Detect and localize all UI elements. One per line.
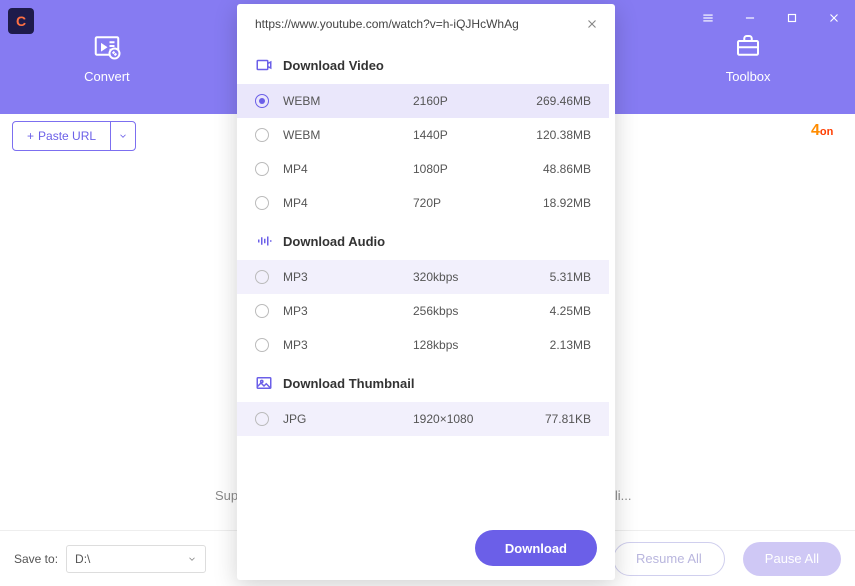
save-to-select[interactable]: D:\ [66, 545, 206, 573]
audio-option-row[interactable]: MP3 320kbps 5.31MB [237, 260, 609, 294]
close-window-button[interactable] [813, 0, 855, 36]
url-display: https://www.youtube.com/watch?v=h-iQJHcW… [255, 17, 575, 31]
tab-toolbox-label: Toolbox [726, 69, 771, 84]
audio-icon [255, 232, 273, 250]
radio-icon [255, 94, 269, 108]
audio-option-row[interactable]: MP3 128kbps 2.13MB [237, 328, 609, 362]
thumbnail-section-header: Download Thumbnail [237, 362, 609, 402]
save-to-label: Save to: [14, 552, 58, 566]
close-icon [585, 17, 599, 31]
radio-icon [255, 338, 269, 352]
chevron-down-icon [118, 131, 128, 141]
radio-icon [255, 304, 269, 318]
brand-badge: 4on [811, 122, 837, 148]
save-path-value: D:\ [75, 552, 90, 566]
video-section-title: Download Video [283, 58, 384, 73]
image-icon [255, 374, 273, 392]
hint-text-left: Sup [215, 488, 238, 503]
pause-all-button[interactable]: Pause All [743, 542, 841, 576]
resume-all-button[interactable]: Resume All [613, 542, 725, 576]
audio-option-row[interactable]: MP3 256kbps 4.25MB [237, 294, 609, 328]
paste-url-dropdown[interactable] [111, 122, 135, 150]
video-option-row[interactable]: WEBM 1440P 120.38MB [237, 118, 609, 152]
modal-close-button[interactable] [583, 15, 601, 33]
radio-icon [255, 162, 269, 176]
thumbnail-section-title: Download Thumbnail [283, 376, 414, 391]
video-icon [255, 56, 273, 74]
thumbnail-option-row[interactable]: JPG 1920×1080 77.81KB [237, 402, 609, 436]
minimize-button[interactable] [729, 0, 771, 36]
plus-icon: + [27, 129, 34, 143]
video-option-row[interactable]: MP4 720P 18.92MB [237, 186, 609, 220]
video-option-row[interactable]: MP4 1080P 48.86MB [237, 152, 609, 186]
paste-url-combo: + Paste URL [12, 121, 136, 151]
video-option-row[interactable]: WEBM 2160P 269.46MB [237, 84, 609, 118]
options-scroll-area[interactable]: Download Video WEBM 2160P 269.46MB WEBM … [237, 44, 615, 516]
chevron-down-icon [187, 554, 197, 564]
radio-icon [255, 270, 269, 284]
tab-convert-label: Convert [84, 69, 130, 84]
paste-url-label: Paste URL [38, 129, 96, 143]
app-logo: C [8, 8, 34, 34]
modal-header: https://www.youtube.com/watch?v=h-iQJHcW… [237, 4, 615, 44]
window-controls [687, 0, 855, 36]
convert-icon [92, 31, 122, 61]
paste-url-button[interactable]: + Paste URL [13, 122, 111, 150]
download-button[interactable]: Download [475, 530, 597, 566]
modal-footer: Download [237, 516, 615, 580]
audio-section-title: Download Audio [283, 234, 385, 249]
download-options-modal: https://www.youtube.com/watch?v=h-iQJHcW… [237, 4, 615, 580]
video-section-header: Download Video [237, 44, 609, 84]
audio-section-header: Download Audio [237, 220, 609, 260]
radio-icon [255, 412, 269, 426]
menu-button[interactable] [687, 0, 729, 36]
radio-icon [255, 196, 269, 210]
maximize-button[interactable] [771, 0, 813, 36]
radio-icon [255, 128, 269, 142]
